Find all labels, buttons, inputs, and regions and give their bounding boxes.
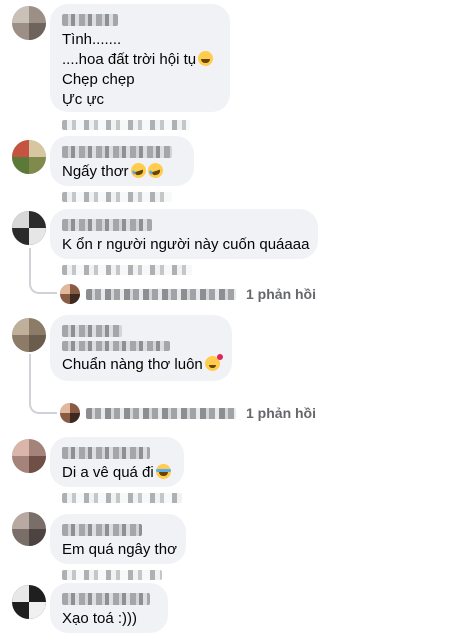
author-name[interactable] bbox=[62, 219, 152, 231]
avatar[interactable] bbox=[12, 318, 46, 352]
reply-connector bbox=[29, 354, 57, 414]
reply-avatar bbox=[60, 284, 80, 304]
reply-connector bbox=[29, 248, 57, 294]
avatar[interactable] bbox=[12, 6, 46, 40]
comment-line: Chuẩn nàng thơ luôn bbox=[62, 354, 223, 375]
author-name-secondary bbox=[62, 341, 170, 351]
comment-line: Chẹp chẹp bbox=[62, 71, 135, 88]
tears-of-joy-emoji-icon bbox=[155, 464, 171, 479]
reply-author-name bbox=[86, 288, 236, 300]
author-name[interactable] bbox=[62, 14, 118, 26]
grinning-sweat-emoji-icon bbox=[198, 51, 214, 66]
comment-actions[interactable] bbox=[62, 192, 172, 202]
avatar[interactable] bbox=[12, 140, 46, 174]
avatar[interactable] bbox=[12, 211, 46, 245]
comment-actions[interactable] bbox=[62, 120, 190, 130]
rolling-laughing-emoji-icon bbox=[145, 161, 165, 180]
comment-bubble: Tình....... ....hoa đất trời hội tụ Chẹp… bbox=[50, 4, 230, 112]
comment-line: Ngấy thơr bbox=[62, 161, 182, 182]
comment-item: Xạo toá :))) bbox=[0, 582, 473, 638]
reply-avatar bbox=[60, 403, 80, 423]
avatar[interactable] bbox=[12, 439, 46, 473]
comment-bubble: Xạo toá :))) bbox=[50, 583, 168, 633]
author-name[interactable] bbox=[62, 524, 142, 536]
comment-bubble: Ngấy thơr bbox=[50, 136, 194, 186]
avatar[interactable] bbox=[12, 512, 46, 546]
author-name[interactable] bbox=[62, 593, 150, 605]
comment-actions[interactable] bbox=[62, 570, 162, 580]
avatar[interactable] bbox=[12, 585, 46, 619]
comment-line: ....hoa đất trời hội tụ bbox=[62, 50, 218, 70]
comment-bubble: K ổn r người người này cuốn quáaaa bbox=[50, 209, 318, 259]
reply-author-name bbox=[86, 407, 236, 419]
comment-line: Di a vê quá đi bbox=[62, 463, 172, 483]
comment-line: Xạo toá :))) bbox=[62, 610, 138, 627]
comment-item: Chuẩn nàng thơ luôn 1 phản hồi bbox=[0, 314, 473, 424]
comment-item: Di a vê quá đi bbox=[0, 437, 473, 505]
comment-bubble: Di a vê quá đi bbox=[50, 437, 184, 487]
comment-item: K ổn r người người này cuốn quáaaa 1 phả… bbox=[0, 208, 473, 308]
author-name[interactable] bbox=[62, 325, 122, 337]
view-replies-button[interactable]: 1 phản hồi bbox=[60, 283, 316, 305]
comment-item: Tình....... ....hoa đất trời hội tụ Chẹp… bbox=[0, 0, 473, 130]
smiling-hearts-emoji-icon bbox=[204, 354, 223, 371]
author-name[interactable] bbox=[62, 146, 172, 158]
comment-bubble: Chuẩn nàng thơ luôn bbox=[50, 315, 232, 381]
reply-count[interactable]: 1 phản hồi bbox=[246, 286, 316, 302]
comment-actions[interactable] bbox=[62, 265, 192, 275]
comment-item: Em quá ngây thơ bbox=[0, 510, 473, 580]
reply-count[interactable]: 1 phản hồi bbox=[246, 405, 316, 421]
comment-item: Ngấy thơr bbox=[0, 136, 473, 204]
comment-line: K ổn r người người này cuốn quáaaa bbox=[62, 236, 310, 253]
comment-bubble: Em quá ngây thơ bbox=[50, 514, 186, 564]
rolling-laughing-emoji-icon bbox=[128, 161, 148, 180]
comment-line: Ực ực bbox=[62, 91, 105, 108]
author-name[interactable] bbox=[62, 447, 150, 459]
comment-actions[interactable] bbox=[62, 493, 182, 503]
view-replies-button[interactable]: 1 phản hồi bbox=[60, 402, 316, 424]
comment-line: Em quá ngây thơ bbox=[62, 541, 177, 558]
comment-line: Tình....... bbox=[62, 31, 122, 48]
